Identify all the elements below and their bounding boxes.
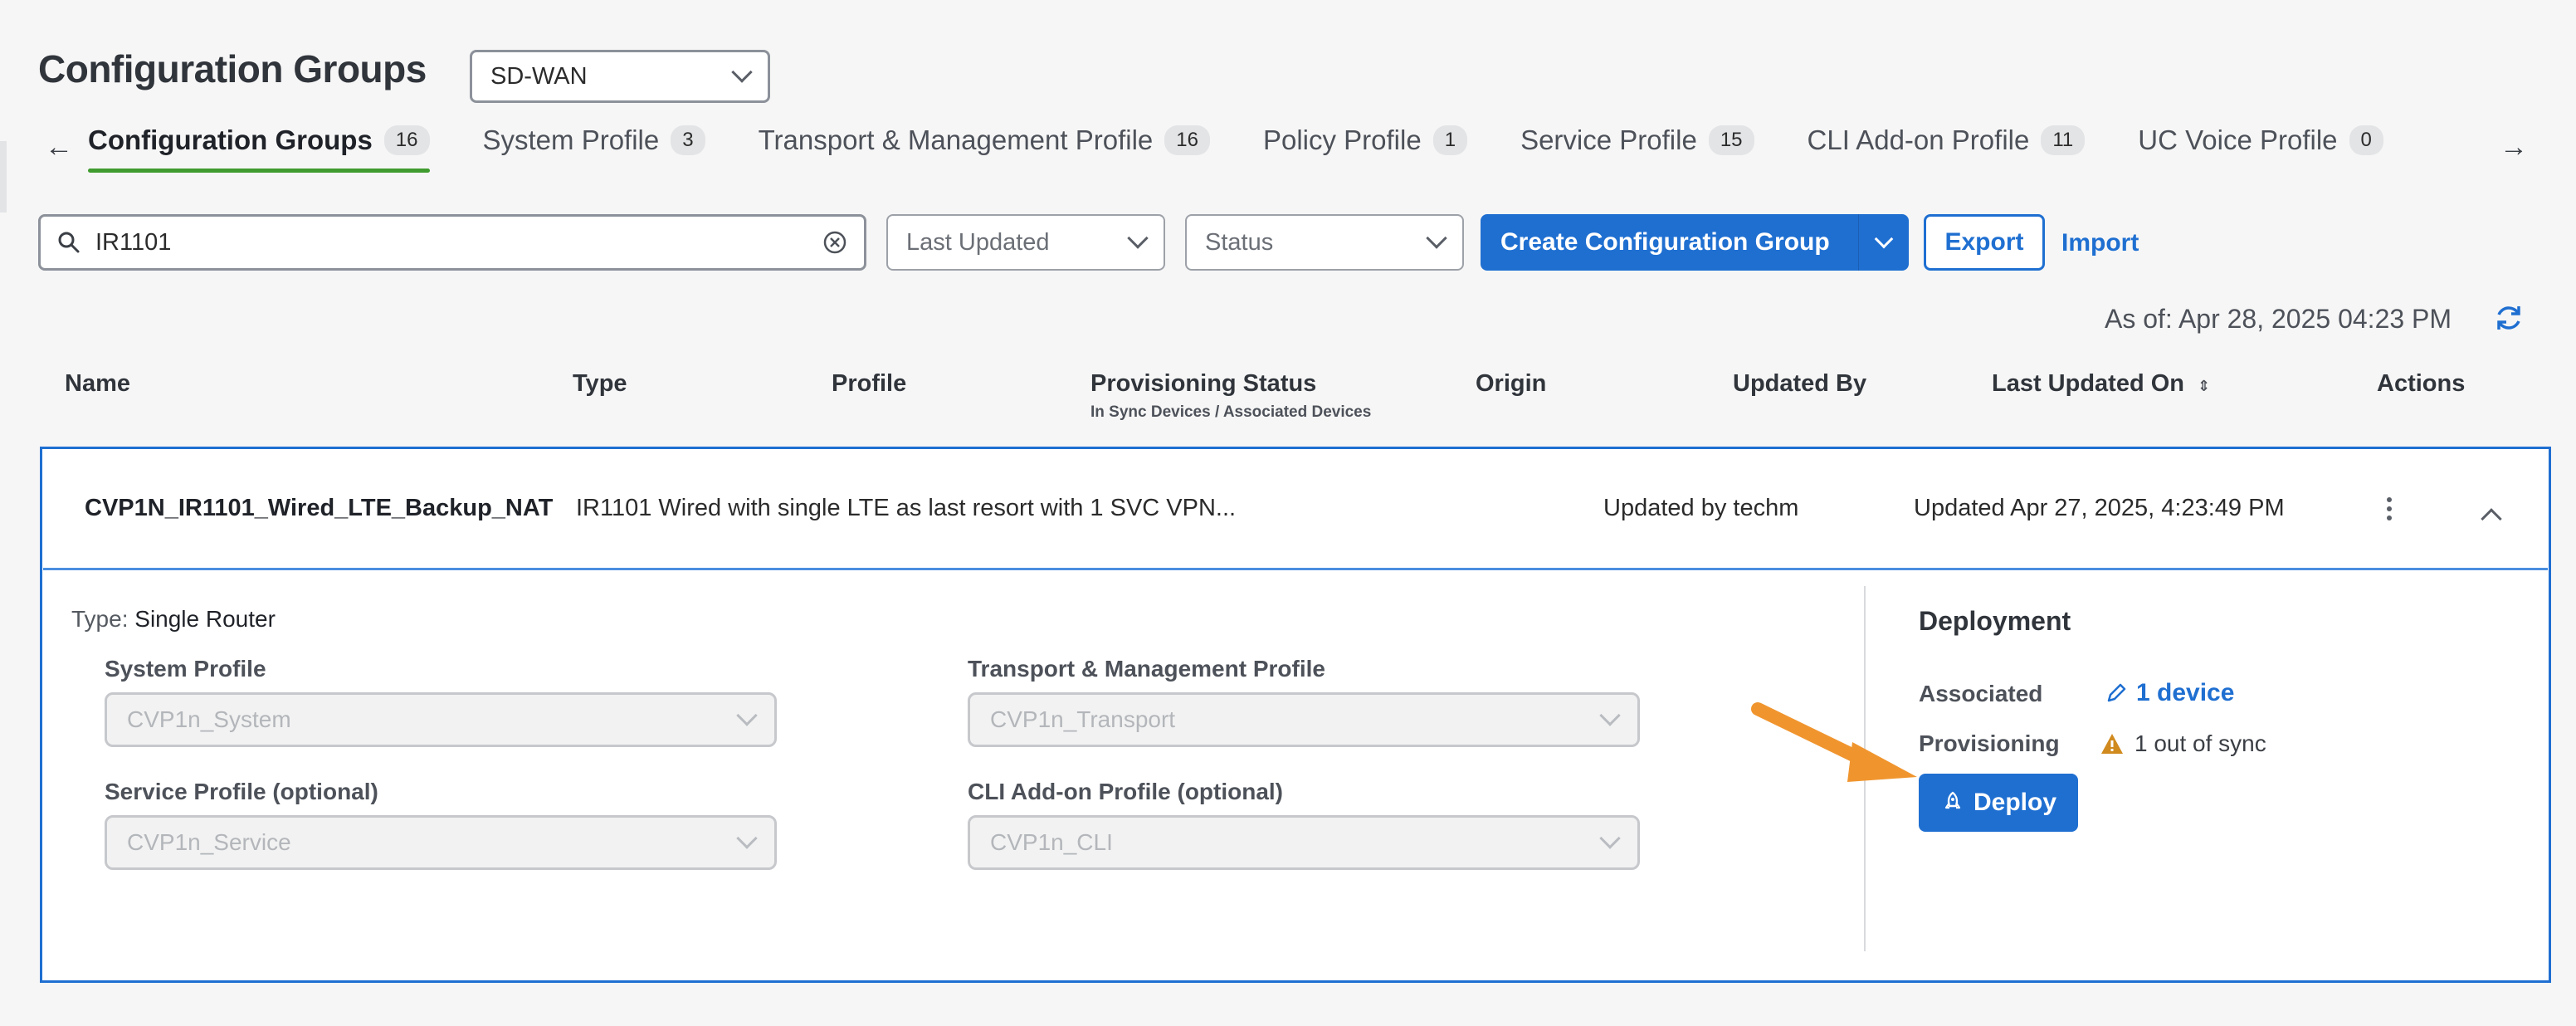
create-menu-toggle[interactable] (1859, 229, 1909, 249)
tab-cli-addon-profile[interactable]: CLI Add-on Profile 11 (1808, 125, 2086, 179)
tab-label: CLI Add-on Profile (1807, 125, 2030, 155)
cli-profile-select: CVP1n_CLI (968, 815, 1640, 870)
transport-profile-label: Transport & Management Profile (968, 656, 1325, 682)
tab-label: UC Voice Profile (2138, 125, 2338, 155)
more-actions-icon[interactable] (2383, 495, 2395, 523)
chevron-down-icon (736, 705, 758, 726)
tab-service-profile[interactable]: Service Profile 15 (1520, 125, 1754, 179)
type-label: Type: (71, 606, 129, 632)
search-box[interactable] (38, 214, 866, 271)
search-icon (58, 232, 80, 253)
column-header-origin[interactable]: Origin (1476, 370, 1546, 398)
side-panel-edge (0, 141, 7, 213)
sort-icon[interactable]: ⇕ (2198, 378, 2210, 394)
system-profile-value: CVP1n_System (127, 706, 291, 732)
column-header-profile[interactable]: Profile (832, 370, 906, 398)
row-description: IR1101 Wired with single LTE as last res… (576, 495, 1237, 521)
refresh-icon[interactable] (2493, 302, 2525, 334)
tab-system-profile[interactable]: System Profile 3 (483, 125, 705, 179)
status-select-value: Status (1205, 228, 1274, 256)
chevron-down-icon (1874, 229, 1894, 249)
as-of-timestamp: As of: Apr 28, 2025 04:23 PM (2105, 304, 2452, 334)
solution-select[interactable]: SD-WAN (470, 50, 770, 103)
associated-devices-link[interactable]: 1 device (2105, 679, 2234, 707)
transport-profile-select: CVP1n_Transport (968, 692, 1640, 747)
column-header-provisioning-status[interactable]: Provisioning Status (1090, 370, 1316, 398)
tab-label: Configuration Groups (88, 125, 373, 155)
tab-label: System Profile (482, 125, 660, 155)
service-profile-select: CVP1n_Service (105, 815, 777, 870)
column-subheader-provisioning: In Sync Devices / Associated Devices (1090, 403, 1372, 421)
tabs-scroll-left-icon[interactable]: ← (45, 131, 73, 164)
annotation-arrow-icon (1751, 702, 1917, 782)
deploy-label: Deploy (1973, 789, 2057, 816)
column-header-label: Last Updated On (1992, 370, 2185, 397)
associated-label: Associated (1919, 681, 2043, 706)
warning-icon (2101, 734, 2123, 754)
provisioning-label: Provisioning (1919, 730, 2060, 756)
tab-transport-management-profile[interactable]: Transport & Management Profile 16 (759, 125, 1210, 179)
cli-profile-value: CVP1n_CLI (990, 829, 1113, 855)
tab-bar: Configuration Groups 16 System Profile 3… (88, 125, 2383, 191)
sort-select-value: Last Updated (906, 228, 1050, 256)
system-profile-label: System Profile (105, 656, 266, 682)
tab-configuration-groups[interactable]: Configuration Groups 16 (88, 125, 430, 179)
search-input[interactable] (95, 228, 822, 256)
column-header-updated-by[interactable]: Updated By (1733, 370, 1866, 398)
tab-label: Policy Profile (1262, 125, 1422, 155)
tab-count-badge: 15 (1708, 125, 1754, 155)
page-title: Configuration Groups (38, 47, 427, 90)
chevron-up-icon (2481, 508, 2502, 530)
export-button[interactable]: Export (1924, 214, 2045, 271)
service-profile-label: Service Profile (optional) (105, 779, 378, 804)
tab-count-badge: 1 (1432, 125, 1468, 155)
create-configuration-group-button[interactable]: Create Configuration Group (1481, 214, 1909, 271)
type-line: Type: Single Router (71, 606, 276, 633)
column-header-name[interactable]: Name (65, 370, 130, 398)
cli-profile-label: CLI Add-on Profile (optional) (968, 779, 1284, 804)
column-header-type[interactable]: Type (573, 370, 627, 398)
status-select[interactable]: Status (1185, 214, 1464, 271)
row-updated-by: Updated by techm (1603, 495, 1799, 521)
tab-count-badge: 3 (671, 125, 705, 155)
service-profile-value: CVP1n_Service (127, 829, 291, 855)
tab-count-badge: 16 (383, 125, 430, 155)
tab-uc-voice-profile[interactable]: UC Voice Profile 0 (2138, 125, 2383, 179)
chevron-down-icon (1127, 227, 1149, 249)
collapse-row-button[interactable] (2480, 503, 2503, 530)
provisioning-status: 1 out of sync (2100, 730, 2266, 757)
deploy-button[interactable]: Deploy (1919, 774, 2078, 832)
create-button-label: Create Configuration Group (1500, 228, 1830, 256)
column-header-actions: Actions (2377, 370, 2466, 397)
pencil-icon (2107, 683, 2126, 702)
solution-select-value: SD-WAN (490, 62, 588, 90)
row-divider (43, 568, 2548, 570)
associated-value: 1 device (2136, 679, 2235, 706)
chevron-down-icon (1599, 705, 1621, 726)
rocket-icon (1944, 791, 1961, 809)
tabs-scroll-right-icon[interactable]: → (2500, 131, 2528, 164)
provisioning-value: 1 out of sync (2134, 730, 2266, 756)
row-name[interactable]: CVP1N_IR1101_Wired_LTE_Backup_NAT (85, 495, 553, 522)
chevron-down-icon (1426, 227, 1447, 249)
clear-search-icon[interactable] (822, 230, 847, 255)
tab-count-badge: 16 (1164, 125, 1210, 155)
chevron-down-icon (736, 828, 758, 849)
tab-count-badge: 0 (2349, 125, 2383, 155)
transport-profile-value: CVP1n_Transport (990, 706, 1176, 732)
column-header-last-updated[interactable]: Last Updated On ⇕ (1992, 370, 2210, 398)
tab-policy-profile[interactable]: Policy Profile 1 (1262, 125, 1468, 179)
chevron-down-icon (1599, 828, 1621, 849)
sort-select[interactable]: Last Updated (886, 214, 1165, 271)
system-profile-select: CVP1n_System (105, 692, 777, 747)
import-link[interactable]: Import (2061, 229, 2139, 257)
row-updated-on: Updated Apr 27, 2025, 4:23:49 PM (1914, 495, 2285, 521)
tab-label: Transport & Management Profile (758, 125, 1154, 155)
tab-label: Service Profile (1520, 125, 1697, 155)
deployment-title: Deployment (1919, 606, 2071, 636)
tab-count-badge: 11 (2041, 125, 2086, 155)
chevron-down-icon (731, 61, 753, 83)
type-value: Single Router (134, 606, 276, 632)
